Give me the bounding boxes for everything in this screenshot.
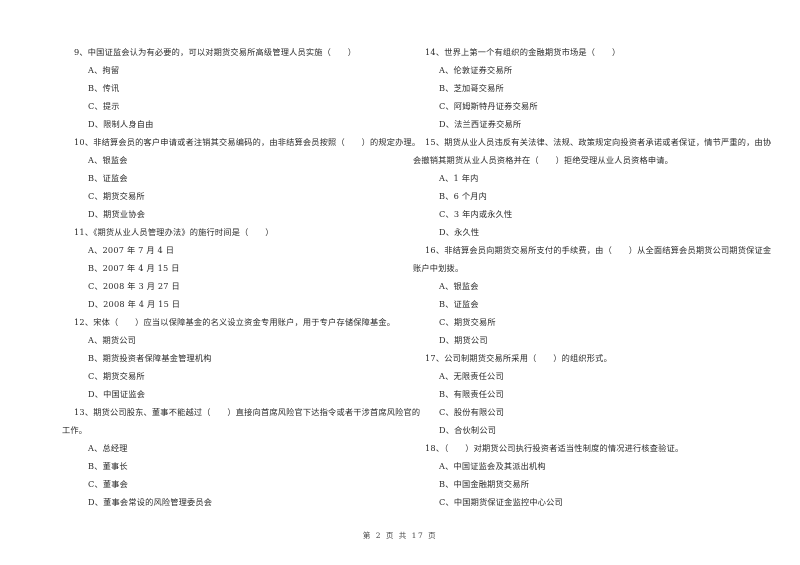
option-a: A、总经理 xyxy=(88,443,128,453)
option-b: B、中国金融期货交易所 xyxy=(439,479,530,489)
question-stem-continued: 账户中划拨。 xyxy=(413,263,464,273)
option-b: B、2007 年 4 月 15 日 xyxy=(88,263,180,273)
question-16: 16、非结算会员向期货交易所支付的手续费，由（ ）从全面结算会员期货公司期货保证… xyxy=(413,241,773,349)
option-d: D、中国证监会 xyxy=(88,389,146,399)
page-footer: 第 2 页 共 17 页 xyxy=(0,530,800,541)
question-stem: 15、期货从业人员违反有关法律、法规、政策规定向投资者承诺或者保证，情节严重的，… xyxy=(425,137,772,147)
question-stem: 16、非结算会员向期货交易所支付的手续费，由（ ）从全面结算会员期货公司期货保证… xyxy=(425,245,772,255)
option-d: D、合伙制公司 xyxy=(439,425,497,435)
option-a: A、2007 年 7 月 4 日 xyxy=(88,245,175,255)
question-stem: 10、非结算会员的客户申请或者注销其交易编码的，由非结算会员按照（ ）的规定办理… xyxy=(74,137,421,147)
option-b: B、6 个月内 xyxy=(439,191,487,201)
question-14: 14、世界上第一个有组织的金融期货市场是（ ） A、伦敦证券交易所 B、芝加哥交… xyxy=(413,43,773,133)
option-b: B、芝加哥交易所 xyxy=(439,83,504,93)
question-9: 9、中国证监会认为有必要的，可以对期货交易所高级管理人员实施（ ） A、拘留 B… xyxy=(62,43,407,133)
option-b: B、证监会 xyxy=(439,299,479,309)
option-d: D、董事会常设的风险管理委员会 xyxy=(88,497,213,507)
option-a: A、银监会 xyxy=(88,155,128,165)
option-a: A、无限责任公司 xyxy=(439,371,504,381)
left-column: 9、中国证监会认为有必要的，可以对期货交易所高级管理人员实施（ ） A、拘留 B… xyxy=(62,43,421,511)
option-c: C、提示 xyxy=(88,101,120,111)
option-c: C、2008 年 3 月 27 日 xyxy=(88,281,180,291)
option-d: D、期货公司 xyxy=(439,335,488,345)
option-a: A、伦敦证券交易所 xyxy=(439,65,513,75)
option-a: A、1 年内 xyxy=(439,173,479,183)
option-d: D、2008 年 4 月 15 日 xyxy=(88,299,181,309)
question-10: 10、非结算会员的客户申请或者注销其交易编码的，由非结算会员按照（ ）的规定办理… xyxy=(62,133,421,223)
option-c: C、期货交易所 xyxy=(88,191,145,201)
option-a: A、中国证监会及其派出机构 xyxy=(439,461,546,471)
option-b: B、有限责任公司 xyxy=(439,389,504,399)
page-number-label: 第 2 页 共 17 页 xyxy=(362,531,438,540)
option-c: C、股份有限公司 xyxy=(439,407,505,417)
option-b: B、证监会 xyxy=(88,173,128,183)
question-12: 12、宋体（ ）应当以保障基金的名义设立资金专用账户，用于专户存储保障基金。 A… xyxy=(62,313,407,403)
question-15: 15、期货从业人员违反有关法律、法规、政策规定向投资者承诺或者保证，情节严重的，… xyxy=(413,133,773,241)
question-stem: 18、（ ）对期货公司执行投资者适当性制度的情况进行核查验证。 xyxy=(425,443,684,453)
question-18: 18、（ ）对期货公司执行投资者适当性制度的情况进行核查验证。 A、中国证监会及… xyxy=(413,439,773,511)
option-d: D、限制人身自由 xyxy=(88,119,154,129)
question-stem-continued: 会撤销其期货从业人员资格并在（ ）拒绝受理从业人员资格申请。 xyxy=(413,155,674,165)
question-13: 13、期货公司股东、董事不能越过（ ）直接向首席风险官下达指令或者干涉首席风险官… xyxy=(62,403,421,511)
option-b: B、传讯 xyxy=(88,83,120,93)
question-stem: 9、中国证监会认为有必要的，可以对期货交易所高级管理人员实施（ ） xyxy=(74,47,357,57)
option-c: C、3 年内或永久性 xyxy=(439,209,513,219)
option-a: A、期货公司 xyxy=(88,335,137,345)
question-stem: 14、世界上第一个有组织的金融期货市场是（ ） xyxy=(425,47,621,57)
option-d: D、期货业协会 xyxy=(88,209,146,219)
question-17: 17、公司制期货交易所采用（ ）的组织形式。 A、无限责任公司 B、有限责任公司… xyxy=(413,349,773,439)
question-stem: 12、宋体（ ）应当以保障基金的名义设立资金专用账户，用于专户存储保障基金。 xyxy=(74,317,396,327)
option-d: D、法兰西证券交易所 xyxy=(439,119,522,129)
right-column: 14、世界上第一个有组织的金融期货市场是（ ） A、伦敦证券交易所 B、芝加哥交… xyxy=(413,43,773,511)
question-stem-continued: 工作。 xyxy=(62,425,88,435)
option-c: C、董事会 xyxy=(88,479,129,489)
option-b: B、董事长 xyxy=(88,461,128,471)
option-d: D、永久性 xyxy=(439,227,480,237)
question-11: 11、《期货从业人员管理办法》的施行时间是（ ） A、2007 年 7 月 4 … xyxy=(62,223,407,313)
question-stem: 11、《期货从业人员管理办法》的施行时间是（ ） xyxy=(74,227,274,237)
question-stem: 17、公司制期货交易所采用（ ）的组织形式。 xyxy=(425,353,612,363)
option-b: B、期货投资者保障基金管理机构 xyxy=(88,353,212,363)
option-a: A、银监会 xyxy=(439,281,479,291)
option-c: C、中国期货保证金监控中心公司 xyxy=(439,497,563,507)
option-a: A、拘留 xyxy=(88,65,120,75)
option-c: C、期货交易所 xyxy=(439,317,496,327)
question-stem: 13、期货公司股东、董事不能越过（ ）直接向首席风险官下达指令或者干涉首席风险官… xyxy=(74,407,421,417)
option-c: C、阿姆斯特丹证券交易所 xyxy=(439,101,538,111)
option-c: C、期货交易所 xyxy=(88,371,145,381)
